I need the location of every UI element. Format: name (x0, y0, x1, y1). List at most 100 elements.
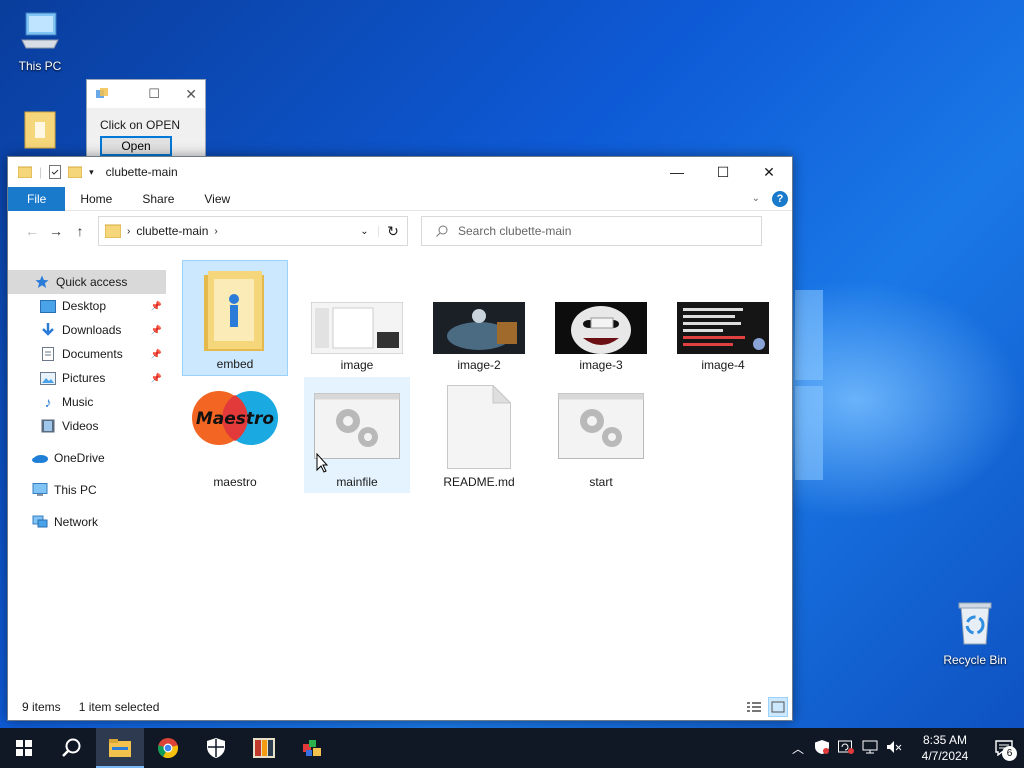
nav-item-network[interactable]: Network (8, 510, 166, 534)
network-icon (32, 514, 48, 530)
file-name: start (589, 475, 613, 489)
windows-logo-pane (795, 290, 823, 380)
nav-item-music[interactable]: ♪ Music (8, 390, 166, 414)
taskbar-chrome[interactable] (144, 728, 192, 768)
taskbar-app-game[interactable] (288, 728, 336, 768)
up-button[interactable]: ↑ (68, 223, 92, 239)
search-input[interactable]: Search clubette-main (458, 224, 571, 238)
taskbar-file-explorer[interactable] (96, 728, 144, 768)
minimize-button[interactable]: — (654, 157, 700, 187)
nav-item-label: Network (54, 515, 99, 529)
details-view-icon[interactable] (744, 697, 764, 717)
file-item-image[interactable]: image (304, 260, 410, 376)
start-button[interactable] (0, 728, 48, 768)
nav-item-documents[interactable]: Documents 📌 (8, 342, 166, 366)
computer-icon (32, 482, 48, 498)
file-item-start[interactable]: start (548, 377, 654, 493)
dialog-message: Click on OPEN (100, 118, 181, 132)
file-list: embed image image-2 image-3 image-4 Maes… (166, 260, 792, 690)
file-name: mainfile (336, 475, 378, 489)
nav-item-downloads[interactable]: Downloads 📌 (8, 318, 166, 342)
notifications-button[interactable]: 6 (984, 728, 1024, 768)
taskbar-app-media[interactable] (240, 728, 288, 768)
nav-item-this-pc[interactable]: This PC (8, 478, 166, 502)
network-icon[interactable] (858, 740, 882, 757)
taskbar: ︿ 8:35 AM 4/7/2024 6 (0, 728, 1024, 768)
chevron-down-icon[interactable]: ▾ (89, 167, 94, 178)
nav-item-onedrive[interactable]: OneDrive (8, 446, 166, 470)
system-tray: ︿ 8:35 AM 4/7/2024 6 (786, 728, 1024, 768)
image-thumbnail (311, 302, 403, 354)
back-button[interactable]: ← (20, 223, 44, 239)
tab-home[interactable]: Home (65, 187, 127, 211)
image-thumbnail (433, 302, 525, 354)
breadcrumb[interactable]: clubette-main (136, 224, 208, 238)
clock-date: 4/7/2024 (921, 749, 969, 763)
tab-file[interactable]: File (8, 186, 66, 211)
forward-button[interactable]: → (44, 223, 68, 239)
search-box[interactable]: Search clubette-main (421, 216, 762, 246)
taskbar-security[interactable] (192, 728, 240, 768)
nav-item-label: OneDrive (54, 451, 105, 465)
clock[interactable]: 8:35 AM 4/7/2024 (906, 732, 984, 764)
nav-item-desktop[interactable]: Desktop 📌 (8, 294, 166, 318)
chevron-up-icon[interactable]: ︿ (786, 740, 810, 757)
address-dropdown-icon[interactable]: ⌄ (351, 225, 379, 237)
file-name: image (340, 358, 374, 372)
help-icon[interactable]: ? (772, 190, 788, 207)
expand-ribbon-icon[interactable]: ⌄ (752, 193, 760, 204)
image-thumbnail (677, 302, 769, 354)
folder-icon (204, 271, 264, 351)
file-name: embed (216, 357, 254, 371)
desktop-icon-this-pc[interactable]: This PC (0, 10, 80, 73)
file-item-mainfile[interactable]: mainfile (304, 377, 410, 493)
desktop-icon-file[interactable] (0, 108, 80, 159)
volume-muted-icon[interactable] (882, 740, 906, 757)
desktop-icon-recycle-bin[interactable]: Recycle Bin (935, 600, 1015, 667)
desktop-icon-label: This PC (18, 59, 62, 73)
nav-item-videos[interactable]: Videos (8, 414, 166, 438)
nav-item-label: This PC (54, 483, 97, 497)
file-item-image-3[interactable]: image-3 (548, 260, 654, 376)
desktop-icon-label: Recycle Bin (943, 653, 1007, 667)
address-bar[interactable]: › clubette-main › ⌄ ↻ (98, 216, 408, 246)
file-item-image-4[interactable]: image-4 (670, 260, 776, 376)
security-alert-icon[interactable] (810, 739, 834, 757)
pin-icon[interactable]: 📌 (151, 349, 162, 360)
navigation-pane: Quick access Desktop 📌 Downloads 📌 Docum… (8, 269, 166, 690)
pin-icon[interactable]: 📌 (151, 325, 162, 336)
update-alert-icon[interactable] (834, 740, 858, 757)
file-item-readme[interactable]: README.md (426, 377, 532, 493)
pin-icon[interactable]: 📌 (151, 373, 162, 384)
nav-item-label: Pictures (62, 371, 106, 385)
documents-icon (40, 346, 56, 362)
pin-icon[interactable]: 📌 (151, 301, 162, 312)
search-button[interactable] (48, 728, 96, 768)
ribbon-tabs: File Home Share View ⌄ ? (8, 186, 792, 211)
file-item-embed[interactable]: embed (182, 260, 288, 376)
tab-view[interactable]: View (189, 187, 245, 211)
status-bar: 9 items 1 item selected (8, 694, 792, 720)
explorer-titlebar: | ▾ clubette-main — ☐ ✕ (8, 157, 792, 187)
large-icons-view-icon[interactable] (768, 697, 788, 717)
tab-share[interactable]: Share (127, 187, 189, 211)
app-icon (96, 88, 108, 98)
chevron-right-icon[interactable]: › (214, 226, 217, 237)
maximize-button[interactable]: ☐ (700, 157, 746, 187)
folder-icon (24, 111, 56, 149)
open-button[interactable]: Open (100, 136, 172, 156)
file-item-image-2[interactable]: image-2 (426, 260, 532, 376)
maximize-button[interactable]: ☐ (148, 86, 160, 102)
refresh-icon[interactable]: ↻ (379, 223, 407, 240)
selected-count: 1 item selected (78, 700, 160, 714)
close-button[interactable]: ✕ (746, 157, 792, 187)
game-app-icon (303, 740, 321, 756)
file-item-maestro[interactable]: Maestro maestro (182, 377, 288, 493)
close-button[interactable]: ✕ (185, 86, 197, 103)
nav-item-pictures[interactable]: Pictures 📌 (8, 366, 166, 390)
nav-item-quick-access[interactable]: Quick access (8, 270, 166, 294)
new-folder-icon[interactable] (68, 166, 83, 178)
properties-icon[interactable] (49, 165, 62, 179)
image-thumbnail (555, 302, 647, 354)
executable-icon (314, 393, 400, 459)
